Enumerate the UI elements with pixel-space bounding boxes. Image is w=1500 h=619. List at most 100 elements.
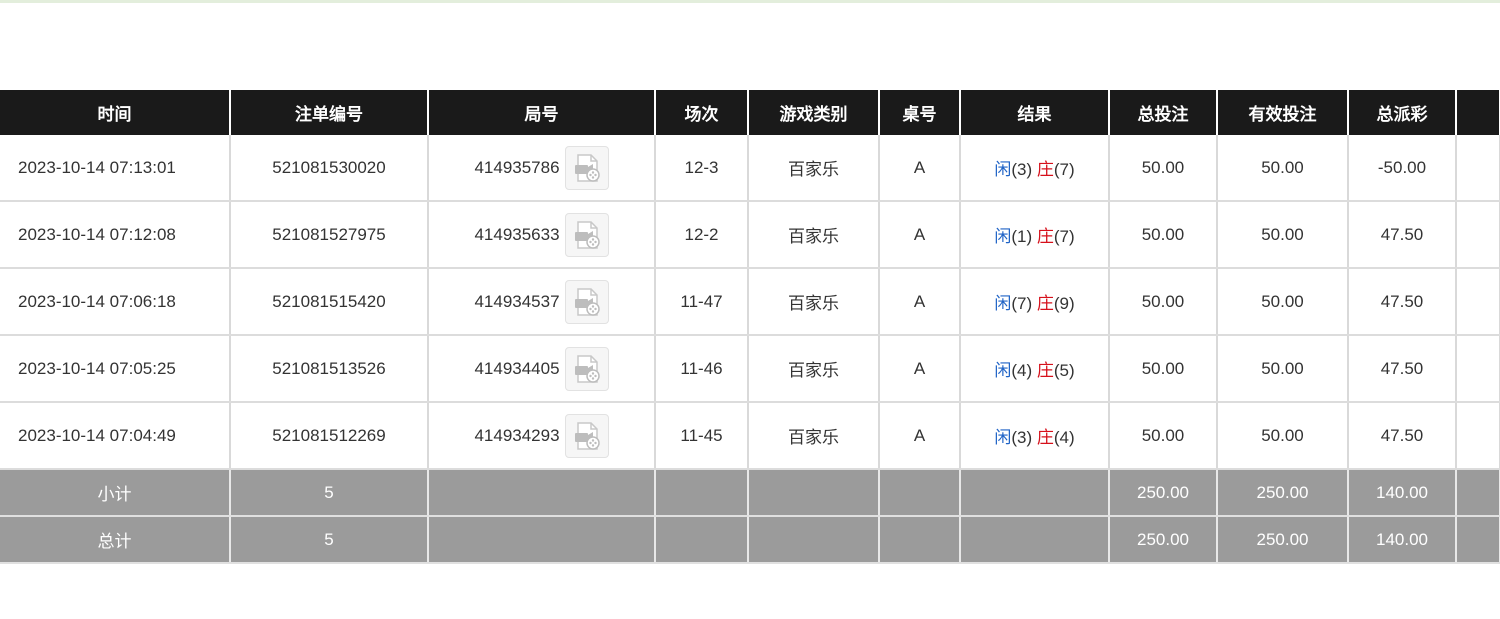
banker-label: 庄: [1036, 294, 1054, 313]
session: 11-46: [655, 335, 749, 403]
valid-bet: 50.00: [1217, 268, 1349, 336]
player-score: (4): [1011, 361, 1033, 380]
table-no: A: [879, 402, 961, 470]
payout: 47.50: [1348, 201, 1457, 269]
session: 11-45: [655, 402, 749, 470]
table-no: A: [879, 268, 961, 336]
round-id-cell: 414935786: [428, 135, 656, 202]
session: 12-3: [655, 135, 749, 202]
bet-id: 521081527975: [230, 201, 429, 269]
round-id-cell: 414934293: [428, 402, 656, 470]
game-type: 百家乐: [748, 402, 880, 470]
header-extra: [1456, 90, 1500, 135]
header-game-type: 游戏类别: [748, 90, 880, 135]
total-empty-cell: [879, 516, 961, 564]
total-empty-cell: [748, 516, 880, 564]
table-no: A: [879, 201, 961, 269]
table-no: A: [879, 135, 961, 202]
game-type: 百家乐: [748, 268, 880, 336]
payout: -50.00: [1348, 135, 1457, 202]
header-session: 场次: [655, 90, 749, 135]
extra-cell: [1456, 402, 1500, 470]
bet-time: 2023-10-14 07:12:08: [0, 201, 231, 269]
banker-label: 庄: [1036, 227, 1054, 246]
banker-label: 庄: [1036, 361, 1054, 380]
video-replay-icon: [574, 153, 600, 182]
header-valid-bet: 有效投注: [1217, 90, 1349, 135]
table-header-row: 时间 注单编号 局号 场次 游戏类别 桌号 结果 总投注 有效投注 总派彩: [0, 90, 1500, 135]
video-replay-icon: [574, 220, 600, 249]
player-label: 闲: [994, 160, 1012, 179]
result-cell: 闲(3) 庄(4): [960, 402, 1110, 470]
table-no: A: [879, 335, 961, 403]
player-score: (3): [1011, 428, 1033, 447]
table-row: 2023-10-14 07:12:08 521081527975 414935633…: [0, 201, 1500, 269]
total-total-bet: 250.00: [1109, 516, 1218, 564]
banker-label: 庄: [1036, 160, 1054, 179]
top-accent-line: [0, 0, 1500, 3]
table-row: 2023-10-14 07:13:01 521081530020 414935786…: [0, 135, 1500, 202]
total-empty-cell: [1456, 516, 1500, 564]
result-cell: 闲(1) 庄(7): [960, 201, 1110, 269]
total-bet: 50.00: [1109, 268, 1218, 336]
total-payout: 140.00: [1348, 516, 1457, 564]
total-bet: 50.00: [1109, 135, 1218, 202]
header-result: 结果: [960, 90, 1110, 135]
banker-label: 庄: [1036, 428, 1054, 447]
session: 12-2: [655, 201, 749, 269]
result-cell: 闲(4) 庄(5): [960, 335, 1110, 403]
round-id: 414934537: [474, 291, 560, 311]
player-label: 闲: [994, 294, 1012, 313]
round-id: 414935633: [474, 224, 560, 244]
total-count: 5: [230, 516, 429, 564]
bet-records-table: 时间 注单编号 局号 场次 游戏类别 桌号 结果 总投注 有效投注 总派彩 20…: [0, 90, 1500, 564]
subtotal-count: 5: [230, 469, 429, 517]
round-id-cell: 414934405: [428, 335, 656, 403]
banker-score: (7): [1053, 160, 1075, 179]
video-replay-icon: [574, 287, 600, 316]
round-id: 414935786: [474, 157, 560, 177]
total-row: 总计 5 250.00 250.00 140.00: [0, 516, 1500, 564]
player-label: 闲: [994, 227, 1012, 246]
player-score: (3): [1011, 160, 1033, 179]
header-payout: 总派彩: [1348, 90, 1457, 135]
bet-time: 2023-10-14 07:05:25: [0, 335, 231, 403]
table-row: 2023-10-14 07:05:25 521081513526 414934405…: [0, 335, 1500, 403]
header-bet-id: 注单编号: [230, 90, 429, 135]
video-replay-icon: [574, 354, 600, 383]
table-row: 2023-10-14 07:06:18 521081515420 414934537…: [0, 268, 1500, 336]
payout: 47.50: [1348, 335, 1457, 403]
banker-score: (5): [1053, 361, 1075, 380]
replay-button[interactable]: [564, 413, 609, 458]
video-replay-icon: [574, 421, 600, 450]
banker-score: (9): [1053, 294, 1075, 313]
subtotal-empty-cell: [428, 469, 656, 517]
total-empty-cell: [428, 516, 656, 564]
extra-cell: [1456, 335, 1500, 403]
table-row: 2023-10-14 07:04:49 521081512269 414934293…: [0, 402, 1500, 470]
round-id: 414934405: [474, 358, 560, 378]
result-cell: 闲(3) 庄(7): [960, 135, 1110, 202]
total-empty-cell: [655, 516, 749, 564]
game-type: 百家乐: [748, 135, 880, 202]
result-cell: 闲(7) 庄(9): [960, 268, 1110, 336]
subtotal-row: 小计 5 250.00 250.00 140.00: [0, 469, 1500, 517]
header-time: 时间: [0, 90, 231, 135]
payout: 47.50: [1348, 402, 1457, 470]
subtotal-label: 小计: [0, 469, 231, 517]
bet-id: 521081513526: [230, 335, 429, 403]
subtotal-valid-bet: 250.00: [1217, 469, 1349, 517]
extra-cell: [1456, 268, 1500, 336]
replay-button[interactable]: [564, 145, 609, 190]
game-type: 百家乐: [748, 335, 880, 403]
bet-id: 521081515420: [230, 268, 429, 336]
total-bet: 50.00: [1109, 402, 1218, 470]
replay-button[interactable]: [564, 346, 609, 391]
total-bet: 50.00: [1109, 335, 1218, 403]
round-id-cell: 414934537: [428, 268, 656, 336]
replay-button[interactable]: [564, 279, 609, 324]
valid-bet: 50.00: [1217, 335, 1349, 403]
bet-time: 2023-10-14 07:06:18: [0, 268, 231, 336]
bet-time: 2023-10-14 07:13:01: [0, 135, 231, 202]
replay-button[interactable]: [564, 212, 609, 257]
